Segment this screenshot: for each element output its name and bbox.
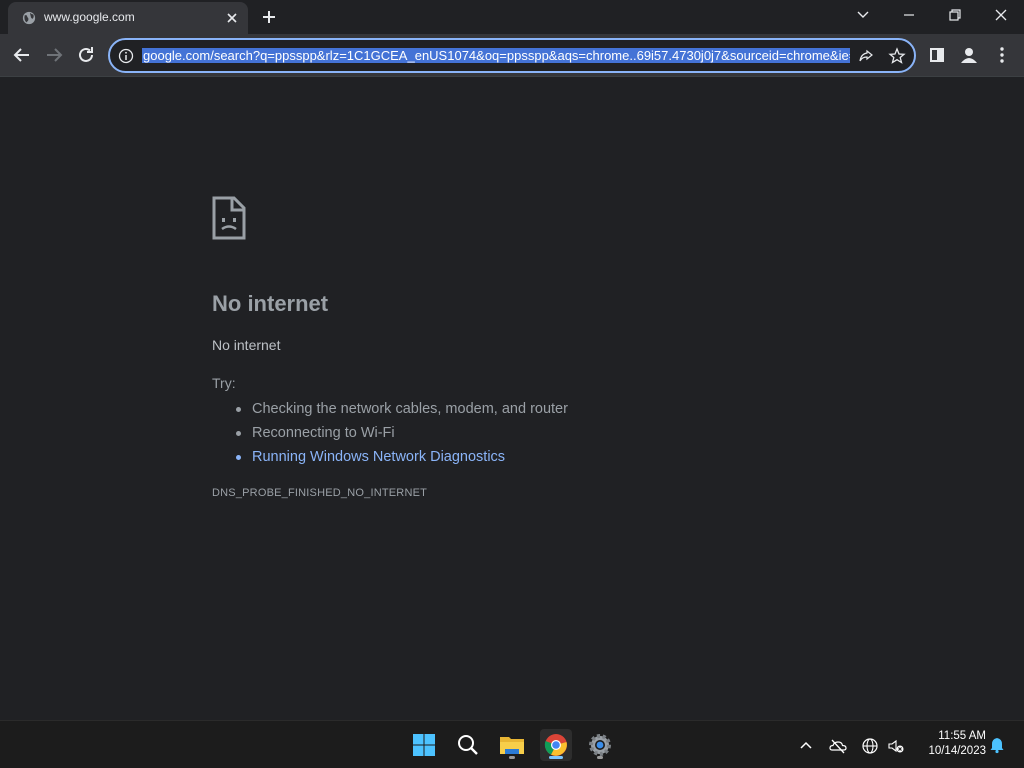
try-label: Try:: [212, 375, 236, 391]
chrome-icon: [544, 734, 567, 756]
url-text[interactable]: google.com/search?q=ppsspp&rlz=1C1GCEA_e…: [142, 46, 850, 65]
chevron-up-icon[interactable]: [797, 737, 815, 755]
globe-icon: [22, 11, 36, 25]
running-indicator: [509, 756, 515, 759]
sad-document-icon: [212, 196, 246, 240]
chrome-button[interactable]: [540, 729, 572, 761]
reload-icon[interactable]: [75, 44, 97, 66]
taskbar: 11:55 AM 10/14/2023: [0, 720, 1024, 768]
page-title: No internet: [212, 291, 329, 316]
network-globe-icon[interactable]: [861, 737, 879, 755]
clock-date: 10/14/2023: [928, 745, 986, 757]
minimize-icon[interactable]: [898, 6, 920, 24]
suggestion-list: Checking the network cables, modem, and …: [212, 397, 812, 469]
clock-time: 11:55 AM: [938, 730, 986, 742]
running-indicator: [597, 756, 603, 759]
close-window-icon[interactable]: [990, 6, 1012, 24]
search-icon: [458, 735, 478, 755]
new-tab-icon[interactable]: [260, 8, 278, 26]
restore-icon[interactable]: [944, 6, 966, 24]
share-icon[interactable]: [858, 48, 874, 64]
onedrive-offline-icon[interactable]: [829, 737, 847, 755]
system-clock[interactable]: 11:55 AM 10/14/2023: [914, 729, 986, 759]
file-explorer-button[interactable]: [496, 729, 528, 761]
browser-toolbar: google.com/search?q=ppsspp&rlz=1C1GCEA_e…: [0, 34, 1024, 77]
volume-muted-icon[interactable]: [887, 737, 905, 755]
notification-bell-icon[interactable]: [988, 736, 1006, 754]
error-description: No internet: [212, 337, 281, 353]
error-code: DNS_PROBE_FINISHED_NO_INTERNET: [212, 487, 428, 499]
tab-strip: www.google.com: [0, 0, 1024, 34]
suggestion-check-cables: Checking the network cables, modem, and …: [236, 397, 812, 421]
back-icon[interactable]: [11, 44, 33, 66]
start-button[interactable]: [408, 729, 440, 761]
side-panel-icon[interactable]: [926, 44, 948, 66]
tab-google[interactable]: www.google.com: [8, 2, 248, 34]
active-indicator: [549, 756, 563, 759]
profile-icon[interactable]: [958, 44, 980, 66]
info-icon[interactable]: [118, 48, 134, 64]
start-icon: [413, 734, 435, 756]
tab-search-icon[interactable]: [852, 6, 874, 24]
star-icon[interactable]: [888, 47, 906, 65]
tab-title: www.google.com: [44, 10, 135, 24]
close-icon[interactable]: [224, 10, 240, 26]
suggestion-reconnect-wifi: Reconnecting to Wi-Fi: [236, 421, 812, 445]
url-selection: google.com/search?q=ppsspp&rlz=1C1GCEA_e…: [142, 48, 850, 63]
forward-icon[interactable]: [43, 44, 65, 66]
settings-icon: [589, 734, 611, 756]
menu-icon[interactable]: [991, 44, 1013, 66]
taskbar-search-button[interactable]: [452, 729, 484, 761]
settings-button[interactable]: [584, 729, 616, 761]
network-diagnostics-link[interactable]: Running Windows Network Diagnostics: [236, 445, 812, 469]
file-explorer-icon: [500, 737, 524, 754]
error-page: No internet No internet Try: Checking th…: [212, 196, 812, 499]
address-bar[interactable]: google.com/search?q=ppsspp&rlz=1C1GCEA_e…: [108, 38, 916, 73]
